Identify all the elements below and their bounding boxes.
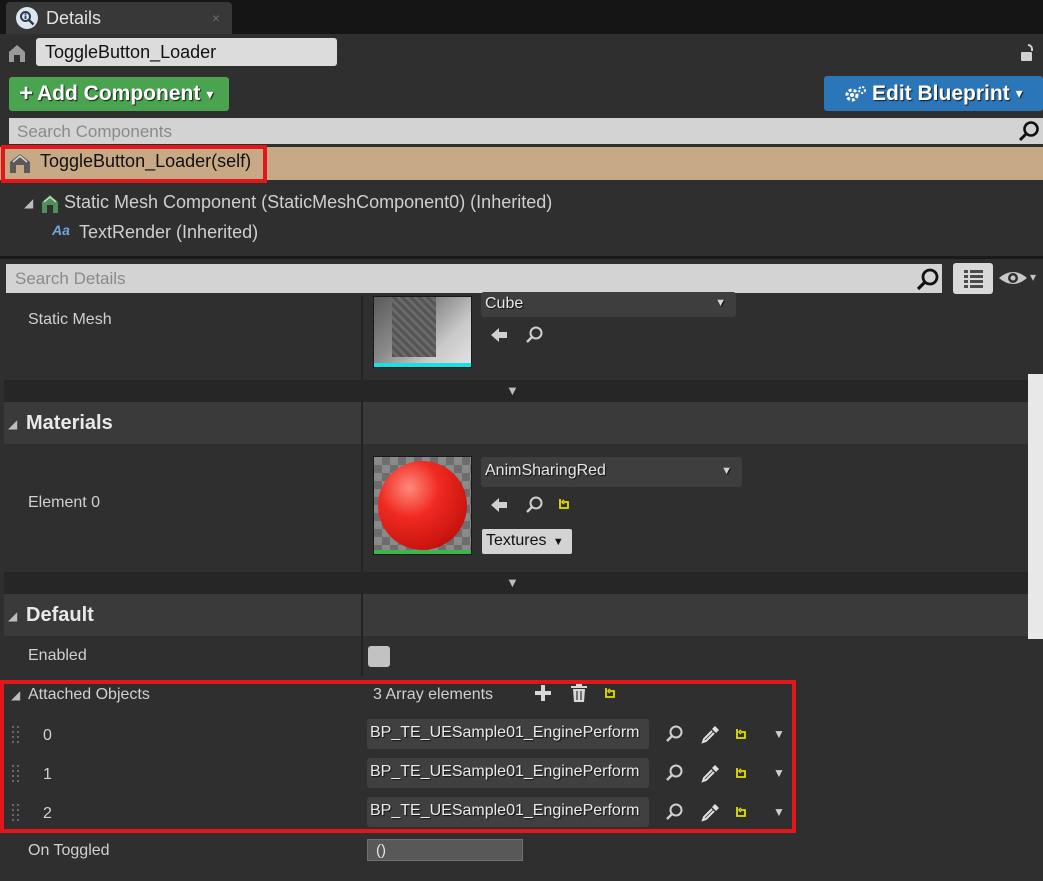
search-icon (916, 268, 939, 291)
enabled-checkbox[interactable] (368, 646, 390, 667)
list-view-icon (964, 270, 983, 288)
tab-title: Details (46, 7, 102, 28)
column-divider[interactable] (361, 636, 363, 676)
collapse-arrow-icon[interactable]: ◢ (24, 196, 33, 210)
text-render-icon: Aa (52, 222, 70, 238)
enabled-label: Enabled (28, 647, 87, 664)
column-divider[interactable] (361, 296, 363, 380)
textures-label: Textures (486, 532, 547, 549)
use-selected-arrow-icon[interactable] (489, 325, 509, 345)
eye-icon[interactable] (998, 268, 1028, 288)
asset-type-bar (374, 550, 471, 554)
splitter[interactable] (0, 256, 1043, 259)
edit-blueprint-button[interactable]: Edit Blueprint ▾ (824, 76, 1043, 111)
collapse-arrow-icon[interactable]: ◢ (8, 609, 17, 623)
edit-blueprint-label: Edit Blueprint (872, 81, 1010, 105)
asset-type-bar (374, 363, 471, 367)
plus-icon: + (19, 80, 34, 107)
chevron-down-icon: ▾ (206, 85, 214, 102)
chevron-down-icon: ▼ (715, 297, 726, 309)
expand-arrow-icon: ▼ (506, 575, 519, 590)
chevron-down-icon: ▼ (552, 536, 564, 548)
tab-details[interactable]: Details × (6, 2, 232, 34)
material-value: AnimSharingRed (485, 462, 606, 479)
material-combo[interactable]: AnimSharingRed ▼ (481, 457, 742, 487)
mesh-thumbnail[interactable] (373, 296, 472, 368)
actor-name-field[interactable]: ToggleButton_Loader (36, 38, 337, 66)
collapse-arrow-icon[interactable]: ◢ (8, 417, 17, 431)
highlight-box (1, 145, 267, 183)
add-component-label: Add Component (37, 82, 201, 105)
enabled-row (4, 636, 1043, 676)
actor-icon (9, 45, 25, 62)
materials-category[interactable] (4, 402, 1028, 444)
tree-item-text-render[interactable]: TextRender (Inherited) (79, 222, 258, 243)
reset-to-default-icon[interactable] (557, 497, 571, 511)
cube-preview (392, 297, 436, 357)
chevron-down-icon: ▾ (1015, 85, 1023, 101)
static-mesh-combo[interactable]: Cube ▼ (481, 292, 736, 317)
details-tab-icon (16, 7, 38, 29)
static-mesh-value: Cube (485, 295, 524, 312)
chevron-down-icon: ▼ (721, 465, 732, 477)
default-category-label: Default (26, 604, 94, 626)
lock-icon[interactable] (1018, 42, 1038, 64)
search-icon (1018, 121, 1039, 142)
expand-arrow-icon: ▼ (506, 383, 519, 398)
column-divider[interactable] (361, 594, 363, 636)
search-details-input[interactable]: Search Details (6, 264, 942, 293)
add-component-button[interactable]: + Add Component ▾ (9, 77, 229, 111)
view-options-button[interactable] (953, 263, 993, 294)
tree-item-static-mesh[interactable]: Static Mesh Component (StaticMeshCompone… (64, 192, 552, 213)
textures-dropdown[interactable]: Textures ▼ (482, 529, 572, 554)
scrollbar[interactable] (1028, 374, 1043, 639)
static-mesh-label: Static Mesh (28, 311, 112, 328)
chevron-down-icon[interactable]: ▾ (1030, 270, 1036, 284)
browse-icon[interactable] (525, 495, 545, 515)
on-toggled-field[interactable]: () (367, 839, 523, 861)
column-divider[interactable] (361, 444, 363, 572)
on-toggled-label: On Toggled (28, 842, 110, 859)
material-thumbnail[interactable] (373, 456, 472, 555)
search-components-input[interactable]: Search Components (9, 118, 1043, 144)
highlight-box (0, 680, 796, 833)
sphere-preview (378, 461, 467, 550)
materials-category-label: Materials (26, 412, 113, 434)
browse-icon[interactable] (525, 325, 545, 345)
use-selected-arrow-icon[interactable] (489, 495, 509, 515)
column-divider[interactable] (361, 402, 363, 444)
gear-icon (845, 85, 866, 101)
static-mesh-icon (42, 195, 58, 213)
close-icon[interactable]: × (212, 10, 220, 26)
element-0-label: Element 0 (28, 494, 101, 511)
default-category[interactable] (4, 594, 1043, 636)
